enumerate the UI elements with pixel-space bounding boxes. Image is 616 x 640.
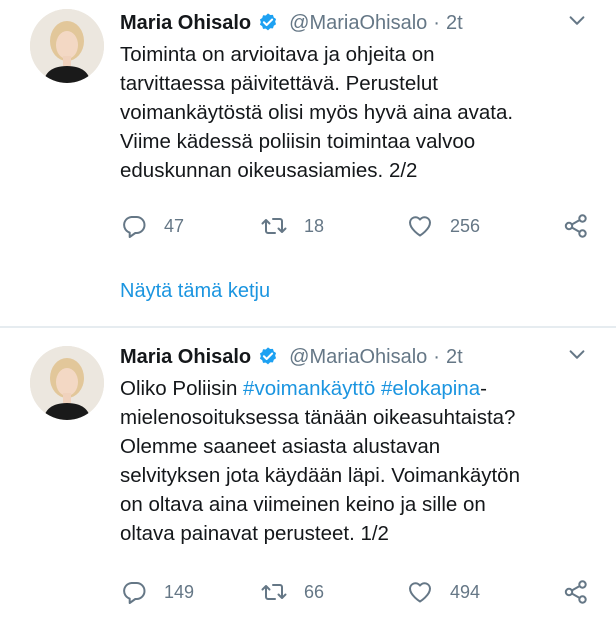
avatar[interactable] (30, 9, 104, 83)
hashtag-link[interactable]: #voimankäyttö (243, 377, 375, 400)
share-button[interactable] (562, 578, 590, 606)
tweet-text-line: oltava painavat perusteet. 1/2 (120, 522, 389, 545)
like-button[interactable]: 256 (406, 212, 480, 240)
tweet-text: Toiminta on arvioitava ja ohjeita on tar… (120, 40, 600, 185)
like-button[interactable]: 494 (406, 578, 480, 606)
tweet-actions: 47 18 256 (0, 212, 616, 246)
tweet-text-line: Toiminta on arvioitava ja ohjeita on (120, 43, 435, 66)
tweet-header: Maria Ohisalo @MariaOhisalo · 2t (120, 342, 463, 372)
reply-count: 149 (164, 581, 195, 602)
hashtag-link[interactable]: #elokapina (381, 377, 480, 400)
reply-icon (123, 216, 146, 238)
tweet-text-line: Viime kädessä poliisin toimintaa valvoo (120, 130, 476, 153)
tweet-text-line: tarvittaessa päivitettävä. Perustelut (120, 72, 438, 95)
author-name[interactable]: Maria Ohisalo (120, 346, 251, 369)
retweet-count: 18 (304, 215, 325, 236)
reply-icon (123, 582, 146, 604)
tweet-text-line: Oliko Poliisin #voimankäyttö #elokapina- (120, 374, 600, 403)
tweet-actions: 149 66 494 (0, 578, 616, 612)
tweet-header: Maria Ohisalo @MariaOhisalo · 2t (120, 8, 463, 38)
like-count: 256 (450, 215, 481, 236)
share-button[interactable] (562, 212, 590, 240)
like-count: 494 (450, 581, 481, 602)
tweet-text-line: mielenosoituksessa tänään oikeasuhtaista… (120, 406, 516, 429)
separator-dot: · (433, 11, 440, 34)
tweet-text-line: voimankäytöstä olisi myös hyvä aina avat… (120, 101, 514, 124)
chevron-down-icon[interactable] (566, 344, 588, 366)
tweet-text-line: eduskunnan oikeusasiamies. 2/2 (120, 159, 418, 182)
author-handle[interactable]: @MariaOhisalo (289, 346, 427, 369)
tweet-text-line: Olemme saaneet asiasta alustavan (120, 435, 441, 458)
retweet-button[interactable]: 18 (260, 212, 324, 240)
tweet-text: Oliko Poliisin #voimankäyttö #elokapina-… (120, 374, 600, 548)
tweet-text-prefix: Oliko Poliisin (120, 377, 244, 400)
reply-button[interactable]: 47 (120, 212, 184, 240)
retweet-icon (261, 218, 287, 234)
share-icon (564, 580, 587, 604)
tweet-text-suffix: - (480, 377, 487, 400)
chevron-down-icon[interactable] (566, 10, 588, 32)
tweet-text-line: selvityksen jota käydään läpi. Voimankäy… (120, 464, 520, 487)
tweet-text-line: on oltava aina viimeinen keino ja sille … (120, 493, 486, 516)
timestamp[interactable]: 2t (446, 12, 463, 35)
retweet-button[interactable]: 66 (260, 578, 324, 606)
retweet-count: 66 (304, 581, 325, 602)
share-icon (564, 214, 587, 238)
avatar[interactable] (30, 346, 104, 420)
heart-icon (409, 582, 431, 603)
separator-dot: · (433, 345, 440, 368)
verified-badge-icon (260, 347, 277, 365)
verified-badge-icon (260, 13, 277, 31)
author-name[interactable]: Maria Ohisalo (120, 12, 251, 35)
heart-icon (409, 216, 431, 237)
reply-count: 47 (164, 215, 185, 236)
reply-button[interactable]: 149 (120, 578, 194, 606)
author-handle[interactable]: @MariaOhisalo (289, 12, 427, 35)
retweet-icon (261, 584, 287, 600)
timestamp[interactable]: 2t (446, 346, 463, 369)
show-thread-link[interactable]: Näytä tämä ketju (120, 280, 270, 303)
